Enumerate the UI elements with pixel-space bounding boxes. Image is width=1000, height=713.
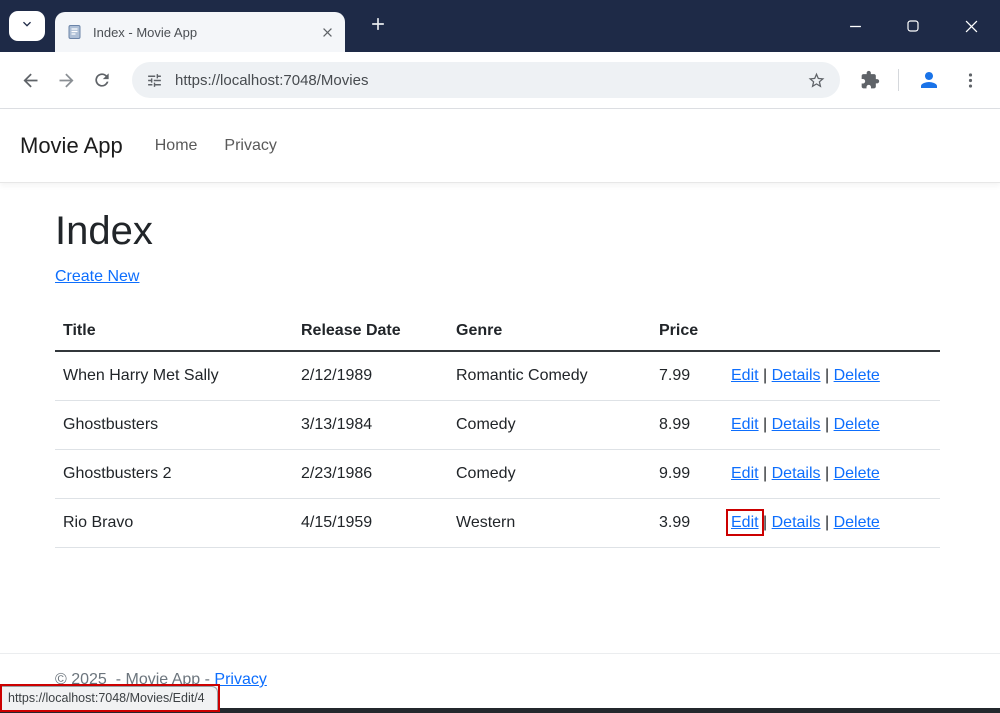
table-header: Title Release Date Genre Price — [55, 312, 940, 351]
edit-link[interactable]: Edit — [731, 367, 759, 384]
action-separator: | — [821, 416, 834, 433]
tab-title: Index - Movie App — [93, 25, 318, 40]
minimize-button[interactable] — [826, 0, 884, 52]
cell-genre: Romantic Comedy — [448, 351, 651, 401]
cell-price: 3.99 — [651, 499, 723, 548]
cell-release-date: 2/23/1986 — [293, 450, 448, 499]
action-separator: | — [759, 465, 772, 482]
details-link[interactable]: Details — [772, 514, 821, 531]
table-row: Ghostbusters3/13/1984Comedy8.99Edit | De… — [55, 401, 940, 450]
action-separator: | — [759, 514, 772, 531]
tab-favicon-icon — [67, 24, 83, 40]
header-price: Price — [651, 312, 723, 351]
back-button[interactable] — [12, 62, 48, 98]
browser-toolbar: https://localhost:7048/Movies — [0, 52, 1000, 109]
extensions-icon[interactable] — [850, 64, 890, 96]
header-actions — [723, 312, 940, 351]
cell-release-date: 2/12/1989 — [293, 351, 448, 401]
header-release-date: Release Date — [293, 312, 448, 351]
edit-link[interactable]: Edit — [731, 465, 759, 482]
status-bar-url: https://localhost:7048/Movies/Edit/4 — [2, 686, 218, 710]
browser-titlebar: Index - Movie App — [0, 0, 1000, 52]
browser-window: Index - Movie App — [0, 0, 1000, 713]
profile-avatar[interactable] — [907, 64, 951, 96]
toolbar-divider — [898, 69, 899, 91]
cell-price: 7.99 — [651, 351, 723, 401]
brand-link[interactable]: Movie App — [20, 133, 123, 159]
plus-icon — [368, 14, 388, 39]
nav-link-privacy[interactable]: Privacy — [224, 137, 276, 155]
action-separator: | — [821, 514, 834, 531]
cell-genre: Comedy — [448, 450, 651, 499]
address-bar[interactable]: https://localhost:7048/Movies — [132, 62, 840, 98]
cell-actions: Edit | Details | Delete — [723, 499, 940, 548]
address-url[interactable]: https://localhost:7048/Movies — [175, 72, 805, 89]
toolbar-right-controls — [850, 64, 988, 96]
details-link[interactable]: Details — [772, 367, 821, 384]
close-window-button[interactable] — [942, 0, 1000, 52]
forward-button[interactable] — [48, 62, 84, 98]
footer-privacy-link[interactable]: Privacy — [214, 671, 266, 688]
cell-price: 8.99 — [651, 401, 723, 450]
table-row: Ghostbusters 22/23/1986Comedy9.99Edit | … — [55, 450, 940, 499]
edit-link[interactable]: Edit — [731, 416, 759, 433]
cell-genre: Western — [448, 499, 651, 548]
window-caption-buttons — [826, 0, 1000, 52]
nav-link-home[interactable]: Home — [155, 137, 198, 155]
tab-close-icon[interactable] — [318, 23, 337, 42]
header-title: Title — [55, 312, 293, 351]
reload-button[interactable] — [84, 62, 120, 98]
movie-table-body: When Harry Met Sally2/12/1989Romantic Co… — [55, 351, 940, 548]
new-tab-button[interactable] — [363, 11, 393, 41]
movies-table: Title Release Date Genre Price When Harr… — [55, 312, 940, 548]
delete-link[interactable]: Delete — [834, 514, 880, 531]
site-navbar: Movie App Home Privacy — [0, 109, 1000, 183]
tab-search-button[interactable] — [9, 11, 45, 41]
details-link[interactable]: Details — [772, 416, 821, 433]
browser-tab[interactable]: Index - Movie App — [55, 12, 345, 52]
action-separator: | — [821, 465, 834, 482]
cell-price: 9.99 — [651, 450, 723, 499]
action-separator: | — [821, 367, 834, 384]
browser-menu-icon[interactable] — [951, 65, 988, 96]
delete-link[interactable]: Delete — [834, 367, 880, 384]
site-info-icon[interactable] — [146, 72, 163, 89]
header-genre: Genre — [448, 312, 651, 351]
cell-title: Ghostbusters 2 — [55, 450, 293, 499]
cell-title: Ghostbusters — [55, 401, 293, 450]
cell-actions: Edit | Details | Delete — [723, 351, 940, 401]
action-separator: | — [759, 367, 772, 384]
cell-actions: Edit | Details | Delete — [723, 401, 940, 450]
chevron-down-icon — [19, 16, 35, 37]
cell-title: Rio Bravo — [55, 499, 293, 548]
cell-title: When Harry Met Sally — [55, 351, 293, 401]
main-content: Index Create New Title Release Date Genr… — [0, 209, 1000, 548]
bookmark-star-icon[interactable] — [805, 69, 828, 92]
delete-link[interactable]: Delete — [834, 416, 880, 433]
annotation-box-status: https://localhost:7048/Movies/Edit/4 — [0, 684, 220, 712]
edit-link[interactable]: Edit — [731, 514, 759, 531]
create-new-link[interactable]: Create New — [55, 268, 139, 285]
details-link[interactable]: Details — [772, 465, 821, 482]
action-separator: | — [759, 416, 772, 433]
table-row: Rio Bravo4/15/1959Western3.99Edit | Deta… — [55, 499, 940, 548]
cell-genre: Comedy — [448, 401, 651, 450]
cell-actions: Edit | Details | Delete — [723, 450, 940, 499]
delete-link[interactable]: Delete — [834, 465, 880, 482]
page-title: Index — [55, 209, 945, 254]
cell-release-date: 4/15/1959 — [293, 499, 448, 548]
maximize-button[interactable] — [884, 0, 942, 52]
cell-release-date: 3/13/1984 — [293, 401, 448, 450]
table-row: When Harry Met Sally2/12/1989Romantic Co… — [55, 351, 940, 401]
